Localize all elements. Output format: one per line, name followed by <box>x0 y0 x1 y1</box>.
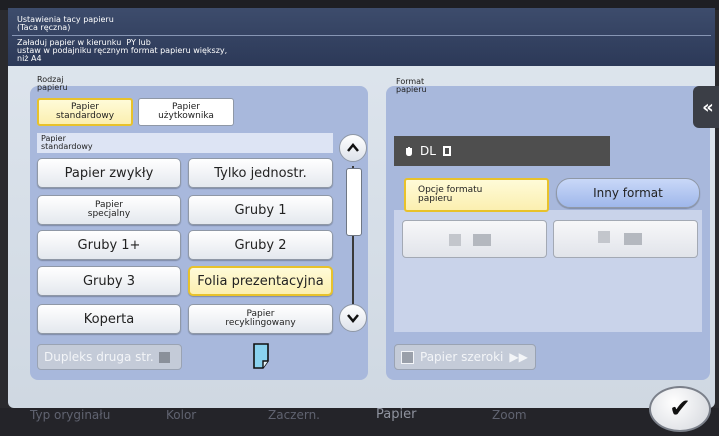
back-panel-button[interactable]: « <box>693 86 719 128</box>
chevron-down-icon <box>347 314 359 323</box>
option-special-paper[interactable]: Papier specjalny <box>37 195 181 225</box>
current-format-display: DL <box>394 136 610 166</box>
wide-paper-button[interactable]: Papier szeroki ▶▶ <box>394 344 536 370</box>
option-thick-1[interactable]: Gruby 1 <box>188 195 333 225</box>
paper-list-header: Papier standardowy <box>37 133 333 153</box>
nav-zoom[interactable]: Zoom <box>492 408 527 422</box>
scroll-up-button[interactable] <box>339 134 367 162</box>
tab-user-paper[interactable]: Papier użytkownika <box>138 98 234 126</box>
option-thick-2[interactable]: Gruby 2 <box>188 230 333 260</box>
blurred-label <box>473 234 491 246</box>
duplex-label: Dupleks druga str. <box>44 350 154 364</box>
dialog-message: Załaduj papier w kierunku PY lub ustaw w… <box>17 38 228 63</box>
checkbox-icon <box>401 350 414 364</box>
transparency-sheet-icon <box>252 343 270 369</box>
option-transparency[interactable]: Folia prezentacyjna <box>188 266 333 296</box>
ok-button[interactable]: ✔ <box>649 386 711 432</box>
blurred-label <box>624 233 642 245</box>
checkmark-icon: ✔ <box>669 394 691 424</box>
chevron-up-icon <box>347 143 359 152</box>
nav-density[interactable]: Zaczern. <box>268 408 320 422</box>
double-arrow-right-icon: ▶▶ <box>509 350 528 364</box>
option-plain-paper[interactable]: Papier zwykły <box>37 158 181 188</box>
tab-format-options[interactable]: Opcje formatu papieru <box>404 178 549 212</box>
checkbox-icon <box>158 351 170 363</box>
hand-icon <box>406 147 412 156</box>
tab-other-format[interactable]: Inny format <box>556 178 700 208</box>
scrollbar-thumb[interactable] <box>346 168 362 236</box>
current-format-value: DL <box>420 144 436 158</box>
scrollbar[interactable] <box>346 166 362 304</box>
paper-type-label: Rodzaj papieru <box>37 75 68 92</box>
wide-paper-label: Papier szeroki <box>420 350 504 364</box>
option-thick-1-plus[interactable]: Gruby 1+ <box>37 230 181 260</box>
option-envelope[interactable]: Koperta <box>37 304 181 334</box>
format-option-1[interactable] <box>402 220 547 258</box>
nav-color[interactable]: Kolor <box>166 408 196 422</box>
option-thick-3[interactable]: Gruby 3 <box>37 266 181 296</box>
tab-standard-paper[interactable]: Papier standardowy <box>37 98 133 126</box>
blurred-label <box>449 234 461 246</box>
paper-format-label: Format papieru <box>396 77 427 94</box>
option-single-sided[interactable]: Tylko jednostr. <box>188 158 333 188</box>
paper-orientation-icon <box>442 146 451 156</box>
blurred-label <box>598 231 610 243</box>
duplex-second-side-button[interactable]: Dupleks druga str. <box>37 344 182 370</box>
format-option-2[interactable] <box>553 220 698 258</box>
double-chevron-left-icon: « <box>702 96 714 118</box>
nav-original-type[interactable]: Typ oryginału <box>30 408 110 422</box>
scroll-down-button[interactable] <box>339 304 367 332</box>
dialog-header: Ustawienia tacy papieru (Taca ręczna) Za… <box>8 8 715 66</box>
option-recycled-paper[interactable]: Papier recyklingowany <box>188 304 333 334</box>
nav-paper[interactable]: Papier <box>376 408 416 422</box>
dialog-title: Ustawienia tacy papieru (Taca ręczna) <box>17 15 114 32</box>
header-divider <box>12 35 711 36</box>
